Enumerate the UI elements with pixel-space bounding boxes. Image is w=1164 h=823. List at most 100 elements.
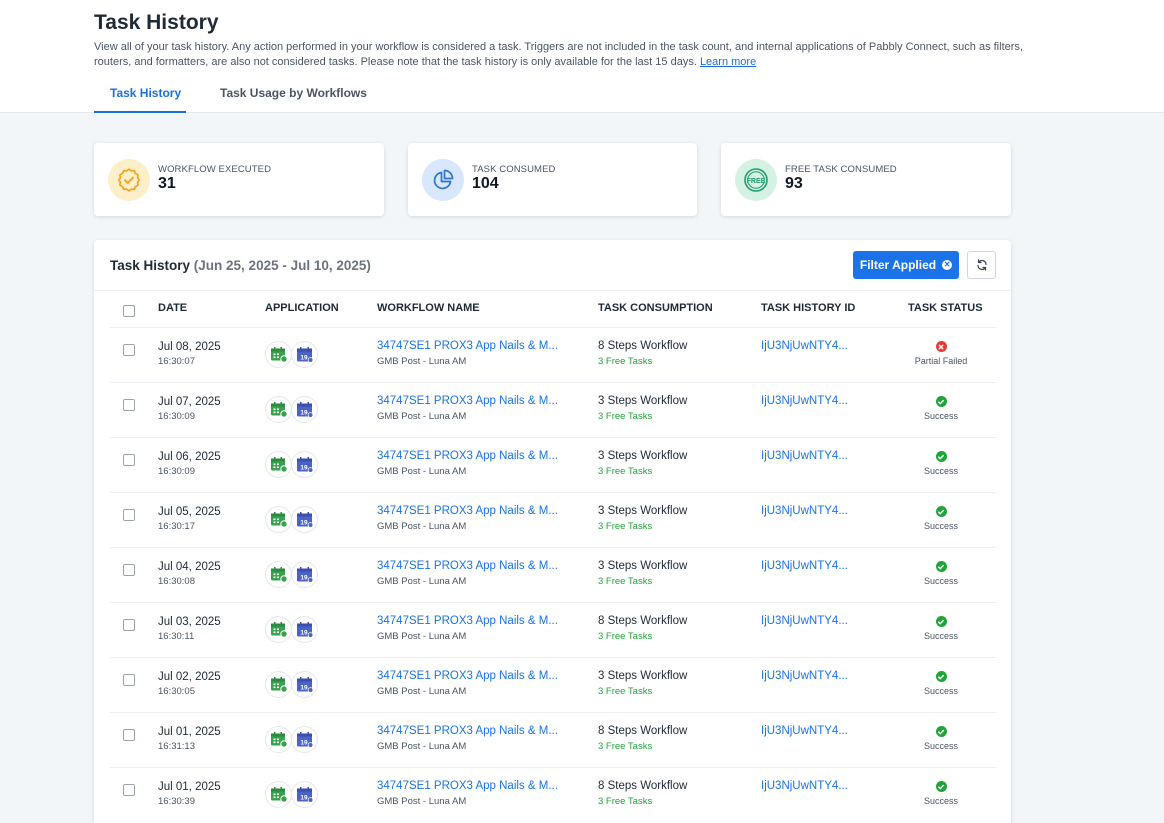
status-text: Success <box>923 741 958 751</box>
column-header-task-consumption[interactable]: TASK CONSUMPTION <box>598 302 713 314</box>
tab-task-usage-by-workflows[interactable]: Task Usage by Workflows <box>220 86 367 100</box>
row-checkbox[interactable] <box>123 564 135 576</box>
row-time: 16:30:09 <box>158 466 195 477</box>
row-checkbox[interactable] <box>123 674 135 686</box>
status-text: Success <box>923 796 958 806</box>
stat-card-workflow-executed: WORKFLOW EXECUTED 31 <box>94 143 384 216</box>
row-checkbox[interactable] <box>123 509 135 521</box>
filter-applied-button[interactable]: Filter Applied ✕ <box>853 251 959 279</box>
task-history-id-link[interactable]: IjU3NjUwNTY4... <box>761 725 848 737</box>
stat-card-task-consumed: TASK CONSUMED 104 <box>408 143 697 216</box>
free-tasks-count: 3 Free Tasks <box>598 356 653 367</box>
free-tasks-count: 3 Free Tasks <box>598 741 653 752</box>
table-row: Jul 01, 2025 16:30:39 19 34747SE1 PROX3 App… <box>110 767 996 822</box>
application-icons: 19 <box>265 396 318 423</box>
free-tasks-count: 3 Free Tasks <box>598 796 653 807</box>
workflow-name-link[interactable]: 34747SE1 PROX3 App Nails & M... <box>377 670 558 682</box>
task-history-id-link[interactable]: IjU3NjUwNTY4... <box>761 670 848 682</box>
google-calendar-app-icon <box>265 561 292 588</box>
row-checkbox[interactable] <box>123 729 135 741</box>
free-tasks-count: 3 Free Tasks <box>598 631 653 642</box>
table-row: Jul 03, 2025 16:30:11 19 34747SE1 PROX3 App… <box>110 602 996 657</box>
calendar-app-icon: 19 <box>291 726 318 753</box>
workflow-subtitle: GMB Post - Luna AM <box>377 576 467 587</box>
application-icons: 19 <box>265 561 318 588</box>
calendar-app-icon: 19 <box>291 616 318 643</box>
task-history-id-link[interactable]: IjU3NjUwNTY4... <box>761 615 848 627</box>
workflow-name-link[interactable]: 34747SE1 PROX3 App Nails & M... <box>377 505 558 517</box>
task-consumption-steps: 3 Steps Workflow <box>598 560 688 572</box>
workflow-subtitle: GMB Post - Luna AM <box>377 631 467 642</box>
success-check-icon <box>935 726 947 737</box>
panel-divider <box>94 290 1011 291</box>
workflow-name-link[interactable]: 34747SE1 PROX3 App Nails & M... <box>377 725 558 737</box>
column-header-workflow-name[interactable]: WORKFLOW NAME <box>377 302 480 314</box>
table-row: Jul 07, 2025 16:30:09 19 34747SE1 PROX3 App… <box>110 382 996 437</box>
workflow-name-link[interactable]: 34747SE1 PROX3 App Nails & M... <box>377 340 558 352</box>
row-time: 16:30:05 <box>158 686 195 697</box>
row-checkbox[interactable] <box>123 399 135 411</box>
panel-title-text: Task History <box>110 258 191 273</box>
row-time: 16:30:08 <box>158 576 195 587</box>
tab-task-history[interactable]: Task History <box>110 86 181 100</box>
google-calendar-app-icon <box>265 341 292 368</box>
task-consumption-steps: 3 Steps Workflow <box>598 670 688 682</box>
svg-text:19: 19 <box>300 409 308 416</box>
svg-text:19: 19 <box>300 354 308 361</box>
task-status: Success <box>896 781 986 806</box>
workflow-name-link[interactable]: 34747SE1 PROX3 App Nails & M... <box>377 780 558 792</box>
task-consumption-steps: 8 Steps Workflow <box>598 725 688 737</box>
task-status: Success <box>896 451 986 476</box>
row-checkbox[interactable] <box>123 454 135 466</box>
calendar-app-icon: 19 <box>291 396 318 423</box>
status-text: Success <box>923 466 958 476</box>
row-date: Jul 05, 2025 <box>158 506 221 518</box>
stat-value: 31 <box>158 175 176 192</box>
task-history-id-link[interactable]: IjU3NjUwNTY4... <box>761 560 848 572</box>
clear-filter-icon[interactable]: ✕ <box>942 260 953 270</box>
row-date: Jul 02, 2025 <box>158 671 221 683</box>
google-calendar-app-icon <box>265 616 292 643</box>
application-icons: 19 <box>265 616 318 643</box>
page-title: Task History <box>94 11 219 34</box>
svg-text:FREE: FREE <box>747 178 766 185</box>
task-history-id-link[interactable]: IjU3NjUwNTY4... <box>761 505 848 517</box>
row-checkbox[interactable] <box>123 784 135 796</box>
workflow-name-link[interactable]: 34747SE1 PROX3 App Nails & M... <box>377 560 558 572</box>
task-history-id-link[interactable]: IjU3NjUwNTY4... <box>761 395 848 407</box>
learn-more-link[interactable]: Learn more <box>700 56 756 68</box>
svg-text:19: 19 <box>300 629 308 636</box>
task-consumption-steps: 8 Steps Workflow <box>598 780 688 792</box>
svg-text:19: 19 <box>300 574 308 581</box>
row-checkbox[interactable] <box>123 344 135 356</box>
row-time: 16:30:09 <box>158 411 195 422</box>
select-all-checkbox[interactable] <box>123 305 135 317</box>
active-tab-indicator <box>94 111 186 113</box>
page-header: Task History View all of your task histo… <box>0 0 1164 113</box>
workflow-subtitle: GMB Post - Luna AM <box>377 356 467 367</box>
workflow-name-link[interactable]: 34747SE1 PROX3 App Nails & M... <box>377 395 558 407</box>
workflow-name-link[interactable]: 34747SE1 PROX3 App Nails & M... <box>377 615 558 627</box>
column-header-application[interactable]: APPLICATION <box>265 302 339 314</box>
table-row: Jul 02, 2025 16:30:05 19 34747SE1 PROX3 App… <box>110 657 996 712</box>
success-check-icon <box>935 616 947 627</box>
failed-x-icon <box>935 341 947 352</box>
task-history-id-link[interactable]: IjU3NjUwNTY4... <box>761 450 848 462</box>
row-checkbox[interactable] <box>123 619 135 631</box>
google-calendar-app-icon <box>265 671 292 698</box>
task-consumption-steps: 3 Steps Workflow <box>598 505 688 517</box>
table-row: Jul 04, 2025 16:30:08 19 34747SE1 PROX3 App… <box>110 547 996 602</box>
refresh-button[interactable] <box>967 251 996 279</box>
task-history-id-link[interactable]: IjU3NjUwNTY4... <box>761 780 848 792</box>
workflow-name-link[interactable]: 34747SE1 PROX3 App Nails & M... <box>377 450 558 462</box>
row-date: Jul 06, 2025 <box>158 451 221 463</box>
status-text: Success <box>923 521 958 531</box>
column-header-task-history-id[interactable]: TASK HISTORY ID <box>761 302 855 314</box>
workflow-subtitle: GMB Post - Luna AM <box>377 741 467 752</box>
column-header-task-status[interactable]: TASK STATUS <box>908 302 983 314</box>
success-check-icon <box>935 506 947 517</box>
task-history-id-link[interactable]: IjU3NjUwNTY4... <box>761 340 848 352</box>
column-header-date[interactable]: DATE <box>158 302 187 314</box>
application-icons: 19 <box>265 451 318 478</box>
success-check-icon <box>935 396 947 407</box>
